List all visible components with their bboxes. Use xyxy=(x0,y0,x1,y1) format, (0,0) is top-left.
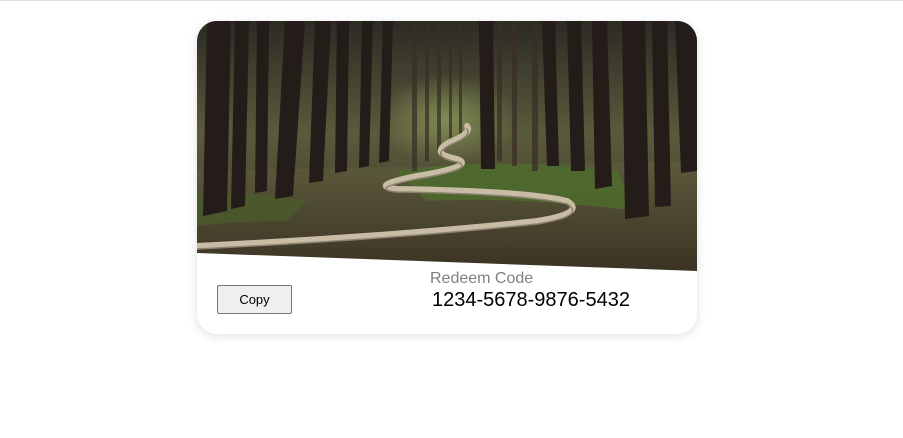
redeem-code-label: Redeem Code xyxy=(430,270,534,287)
copy-button[interactable]: Copy xyxy=(217,285,292,314)
redeem-code-value: 1234-5678-9876-5432 xyxy=(432,289,630,311)
card-image xyxy=(197,21,697,271)
top-divider xyxy=(0,0,903,1)
gift-card: Copy Redeem Code 1234-5678-9876-5432 xyxy=(197,21,697,334)
